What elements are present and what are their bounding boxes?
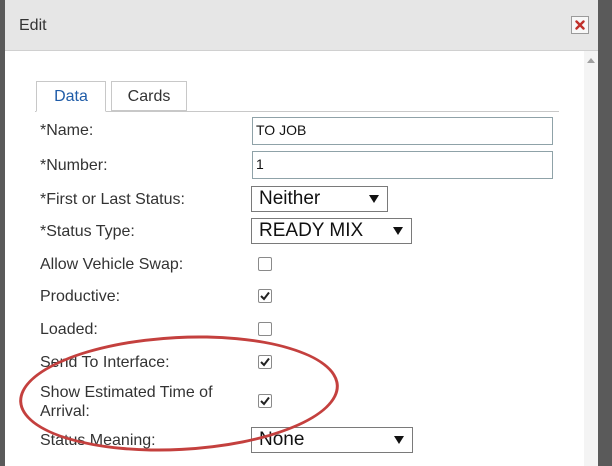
dropdown-arrow-icon	[394, 436, 404, 444]
status-meaning-select[interactable]: None	[251, 427, 413, 453]
loaded-checkbox[interactable]	[258, 322, 272, 336]
scroll-up-arrow-icon[interactable]	[587, 58, 595, 63]
number-input[interactable]: 1	[252, 151, 553, 179]
dialog-title: Edit	[19, 17, 47, 34]
first-last-status-label: *First or Last Status:	[40, 191, 185, 208]
dropdown-arrow-icon	[393, 227, 403, 235]
tab-cards[interactable]: Cards	[111, 81, 187, 111]
name-label: *Name:	[40, 122, 94, 139]
scrollbar[interactable]	[584, 51, 598, 466]
first-last-status-select[interactable]: Neither	[251, 186, 388, 212]
send-to-interface-label: Send To Interface:	[40, 354, 170, 371]
show-eta-label: Show Estimated Time of Arrival:	[40, 384, 213, 420]
dropdown-arrow-icon	[369, 195, 379, 203]
allow-vehicle-swap-label: Allow Vehicle Swap:	[40, 256, 184, 273]
checkmark-icon	[260, 396, 270, 406]
loaded-label: Loaded:	[40, 321, 98, 338]
first-last-status-value: Neither	[259, 188, 321, 209]
status-type-label: *Status Type:	[40, 223, 135, 240]
show-eta-checkbox[interactable]	[258, 394, 272, 408]
tabs-divider	[35, 111, 559, 112]
edit-dialog: Edit Data Cards *Name: TO JOB *Number: 1…	[5, 0, 598, 466]
checkmark-icon	[260, 357, 270, 367]
close-x-icon	[575, 20, 585, 30]
status-type-select[interactable]: READY MIX	[251, 218, 412, 244]
name-input[interactable]: TO JOB	[252, 117, 553, 145]
dialog-titlebar: Edit	[5, 0, 598, 51]
number-label: *Number:	[40, 157, 108, 174]
status-type-value: READY MIX	[259, 220, 364, 241]
allow-vehicle-swap-checkbox[interactable]	[258, 257, 272, 271]
productive-checkbox[interactable]	[258, 289, 272, 303]
send-to-interface-checkbox[interactable]	[258, 355, 272, 369]
productive-label: Productive:	[40, 288, 121, 305]
status-meaning-value: None	[259, 429, 305, 450]
checkmark-icon	[260, 291, 270, 301]
tab-data[interactable]: Data	[36, 81, 106, 112]
close-button[interactable]	[571, 16, 589, 34]
status-meaning-label: Status Meaning:	[40, 432, 156, 449]
